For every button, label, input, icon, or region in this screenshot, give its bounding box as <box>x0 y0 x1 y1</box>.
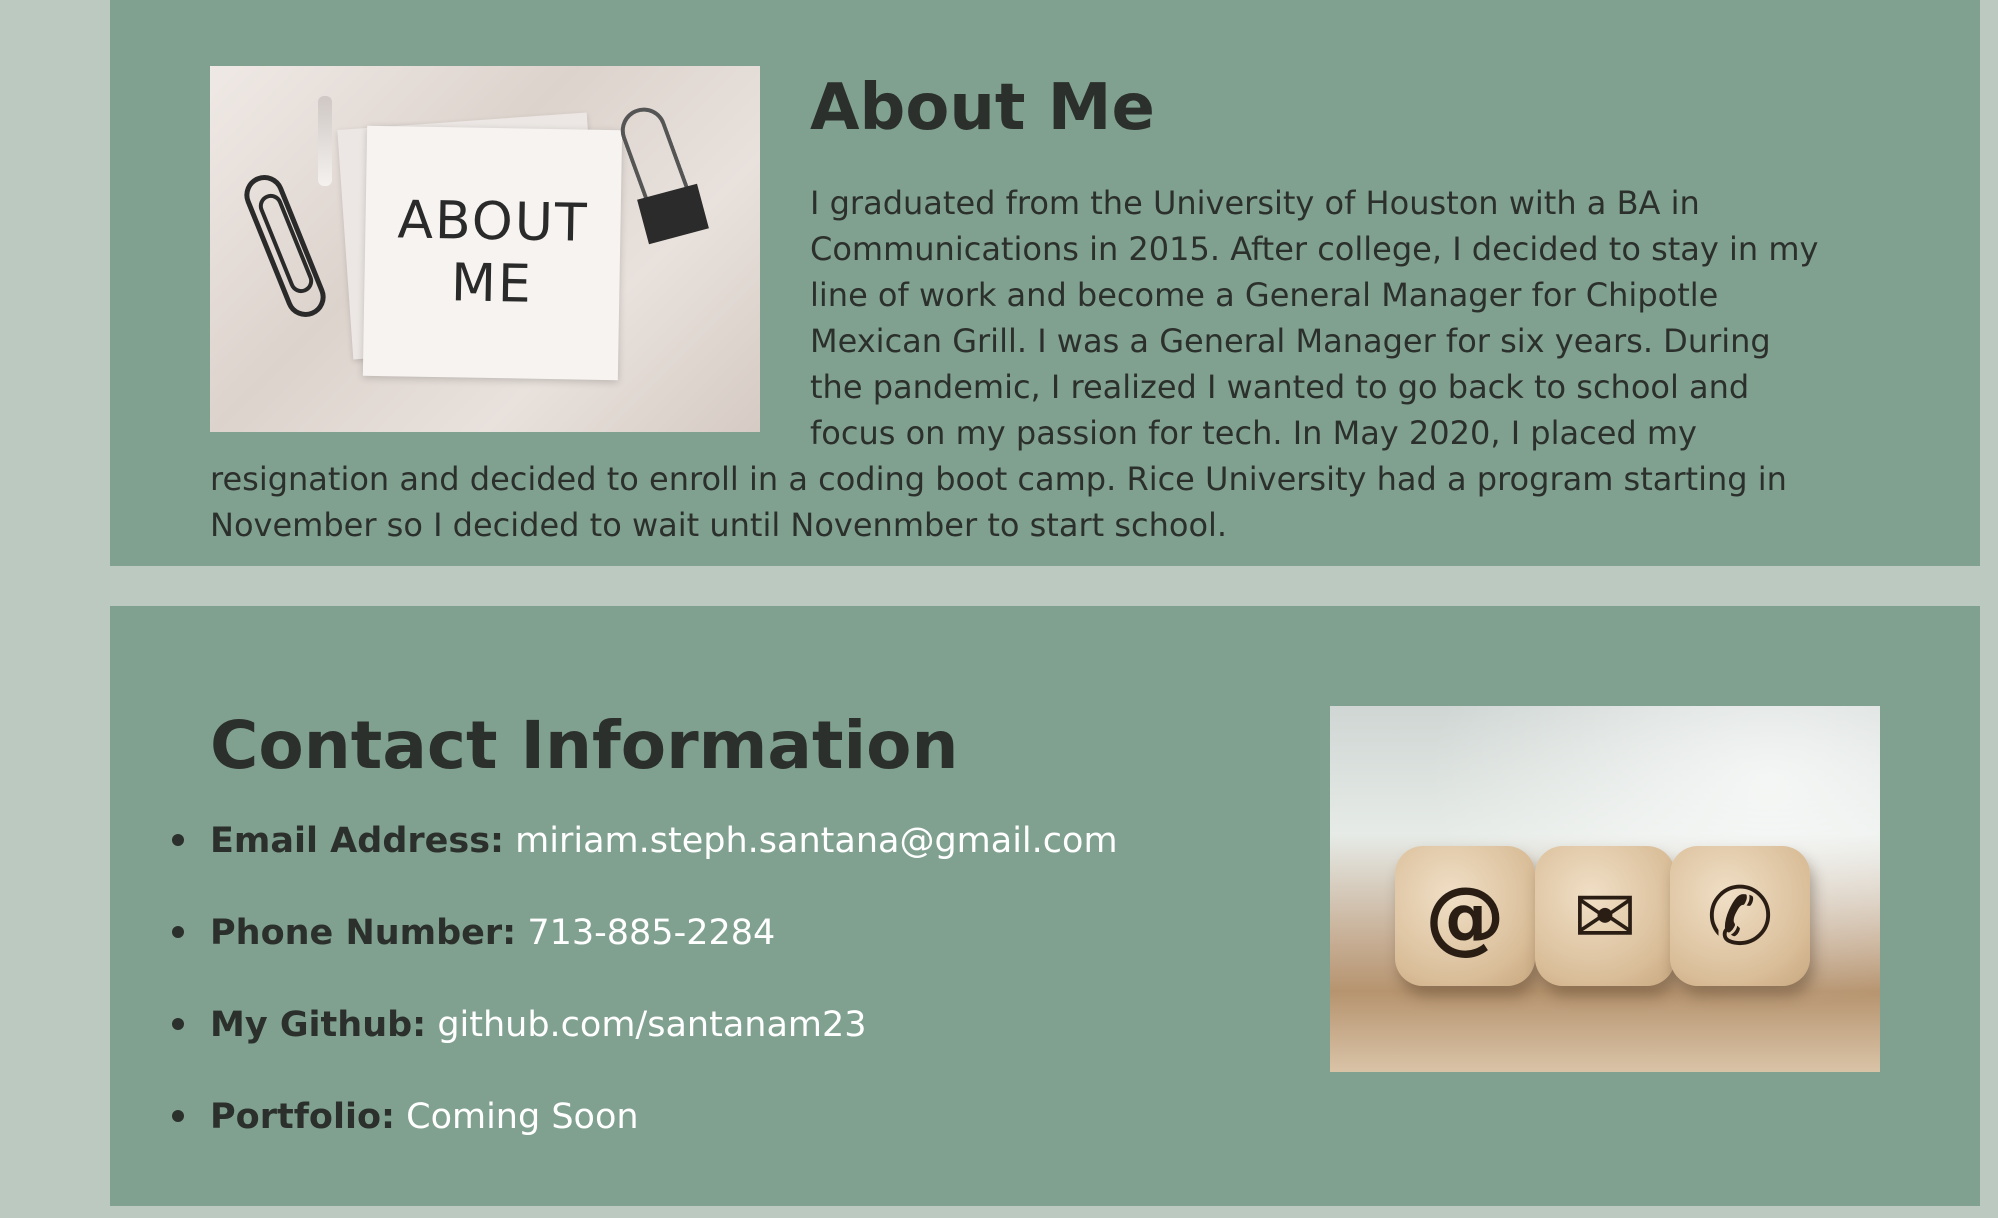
contact-item-portfolio: Portfolio: Coming Soon <box>172 1094 1118 1186</box>
bullet <box>172 1110 184 1122</box>
phone-link[interactable]: 713-885-2284 <box>527 913 775 953</box>
push-pin-decor <box>318 96 332 186</box>
contact-item-github: My Github: github.com/santanam23 <box>172 1002 1118 1094</box>
contact-item-email: Email Address: miriam.steph.santana@gmai… <box>172 818 1118 910</box>
phone-icon: ✆ <box>1670 846 1810 986</box>
github-label: My Github: <box>210 1005 427 1045</box>
bullet <box>172 1018 184 1030</box>
contact-title: Contact Information <box>210 707 959 784</box>
email-label: Email Address: <box>210 821 505 861</box>
email-link[interactable]: miriam.steph.santana@gmail.com <box>515 821 1117 861</box>
portfolio-value: Coming Soon <box>406 1097 639 1137</box>
contact-list: Email Address: miriam.steph.santana@gmai… <box>172 818 1118 1186</box>
github-link[interactable]: github.com/santanam23 <box>437 1005 866 1045</box>
sticky-note: ABOUT ME <box>362 125 623 381</box>
about-me-image: ABOUT ME <box>210 66 760 432</box>
contact-item-phone: Phone Number: 713-885-2284 <box>172 910 1118 1002</box>
envelope-icon: ✉ <box>1535 846 1675 986</box>
contact-image: @ ✉ ✆ <box>1330 706 1880 1072</box>
bullet <box>172 926 184 938</box>
about-section: ABOUT ME About Me I graduated from the U… <box>110 0 1980 566</box>
at-icon: @ <box>1395 846 1535 986</box>
contact-section: Contact Information Email Address: miria… <box>110 606 1980 1206</box>
phone-label: Phone Number: <box>210 913 517 953</box>
sticky-note-text: ABOUT ME <box>396 190 590 315</box>
bullet <box>172 834 184 846</box>
portfolio-label: Portfolio: <box>210 1097 395 1137</box>
